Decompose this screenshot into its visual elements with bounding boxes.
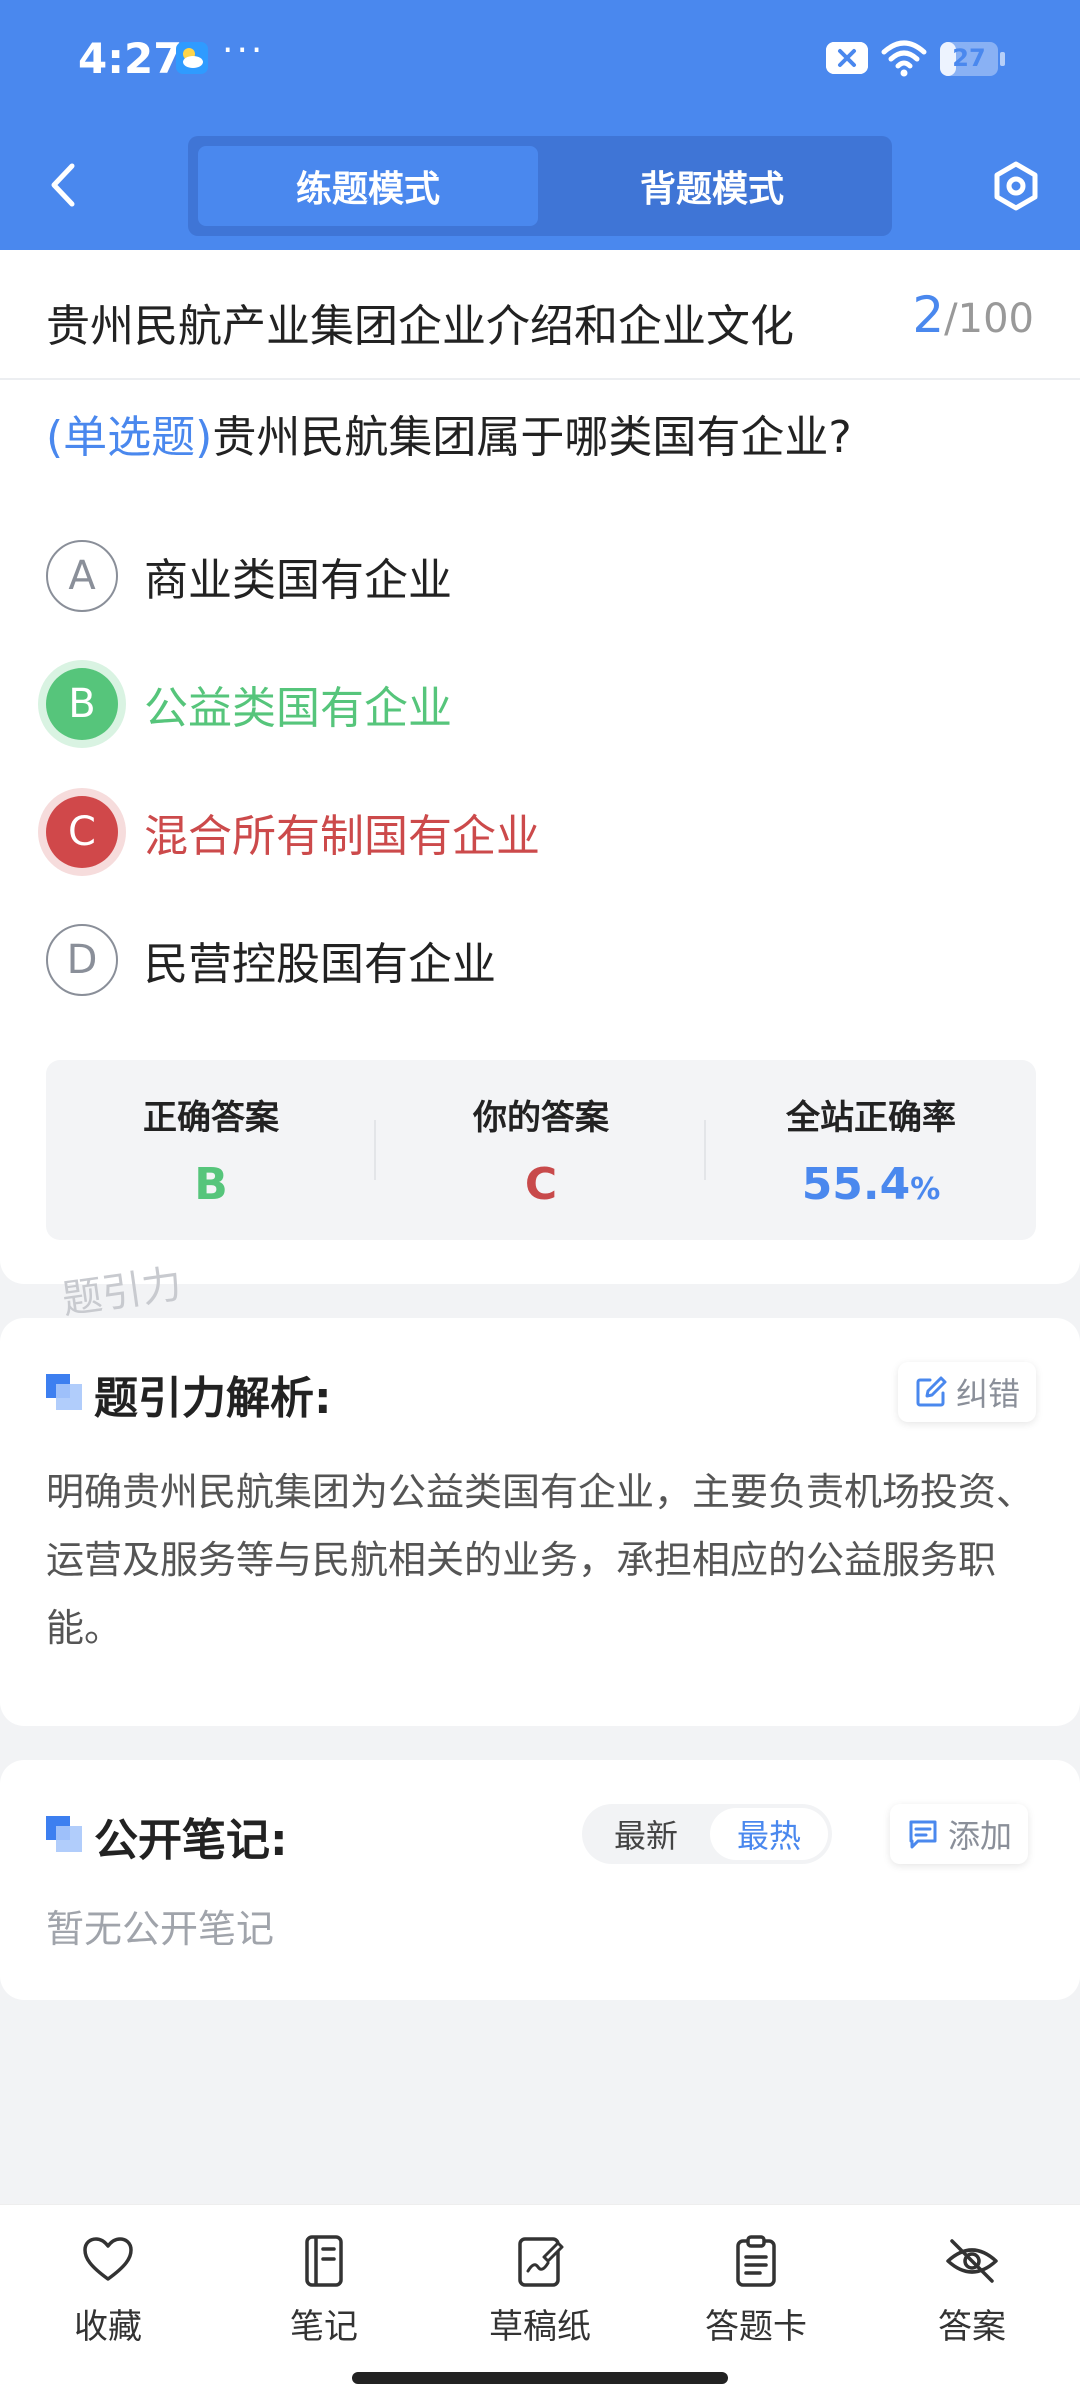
notes-button[interactable]: 笔记 bbox=[244, 2233, 404, 2353]
wifi-icon bbox=[881, 40, 927, 77]
weather-icon bbox=[176, 42, 208, 74]
tab-practice-mode[interactable]: 练题模式 bbox=[198, 146, 538, 226]
answer-card-label: 答题卡 bbox=[705, 2307, 807, 2347]
eye-off-icon bbox=[946, 2239, 998, 2283]
battery-level: 27 bbox=[952, 44, 986, 72]
add-note-label: 添加 bbox=[948, 1817, 1013, 1855]
section-square-icon bbox=[46, 1374, 82, 1410]
question-total: /100 bbox=[944, 296, 1034, 342]
app-header: 4:27 ··· 27 练题模式 背题模式 bbox=[0, 0, 1080, 250]
option-letter: B bbox=[46, 668, 118, 740]
analysis-text: 明确贵州民航集团为公益类国有企业，主要负责机场投资、运营及服务等与民航相关的业务… bbox=[46, 1470, 1035, 1650]
section-square-icon bbox=[46, 1816, 82, 1852]
option-label: 民营控股国有企业 bbox=[144, 939, 496, 990]
notes-title: 公开笔记: bbox=[94, 1815, 288, 1866]
notes-sort-toggle: 最新 最热 bbox=[582, 1804, 832, 1864]
public-notes-card: 公开笔记: 最新 最热 添加 暂无公开笔记 bbox=[0, 1760, 1080, 2000]
more-notifications-icon: ··· bbox=[222, 30, 266, 71]
show-answer-button[interactable]: 答案 bbox=[892, 2233, 1052, 2353]
option-a[interactable]: A 商业类国有企业 bbox=[46, 536, 1036, 616]
accuracy-unit: % bbox=[910, 1172, 941, 1207]
favorite-label: 收藏 bbox=[74, 2307, 142, 2347]
battery-icon: 27 bbox=[940, 42, 1005, 76]
status-time: 4:27 bbox=[78, 34, 183, 83]
correct-answer-value: B bbox=[194, 1159, 228, 1210]
empty-notes-text: 暂无公开笔记 bbox=[46, 1907, 275, 1951]
accuracy-stat: 全站正确率 55.4% bbox=[706, 1060, 1036, 1240]
option-d[interactable]: D 民营控股国有企业 bbox=[46, 920, 1036, 1000]
option-letter: C bbox=[46, 796, 118, 868]
favorite-button[interactable]: 收藏 bbox=[28, 2233, 188, 2353]
current-question-number: 2 bbox=[912, 286, 945, 344]
your-answer-label: 你的答案 bbox=[473, 1098, 609, 1138]
tab-memorize-mode[interactable]: 背题模式 bbox=[542, 146, 882, 226]
answer-card-button[interactable]: 答题卡 bbox=[676, 2233, 836, 2353]
sort-newest[interactable]: 最新 bbox=[586, 1804, 706, 1864]
bottom-toolbar: 收藏 笔记 草稿纸 答题卡 答案 bbox=[0, 2204, 1080, 2400]
quiz-title-row: 贵州民航产业集团企业介绍和企业文化 2/100 bbox=[0, 250, 1080, 380]
question-type: (单选题) bbox=[46, 412, 213, 463]
home-indicator[interactable] bbox=[352, 2372, 728, 2384]
status-bar: 4:27 ··· 27 bbox=[0, 0, 1080, 120]
question-progress[interactable]: 2/100 bbox=[912, 286, 1034, 344]
quiz-title: 贵州民航产业集团企业介绍和企业文化 bbox=[46, 301, 794, 352]
analysis-card: 题引力解析: 纠错 明确贵州民航集团为公益类国有企业，主要负责机场投资、运营及服… bbox=[0, 1318, 1080, 1726]
question-text: (单选题)贵州民航集团属于哪类国有企业? bbox=[46, 406, 1036, 470]
report-error-button[interactable]: 纠错 bbox=[898, 1362, 1037, 1422]
report-error-label: 纠错 bbox=[956, 1375, 1021, 1413]
analysis-title: 题引力解析: bbox=[94, 1373, 332, 1424]
mode-switch: 练题模式 背题模式 bbox=[188, 136, 892, 236]
accuracy-label: 全站正确率 bbox=[786, 1098, 956, 1138]
answer-stats: 正确答案 B 你的答案 C 全站正确率 55.4% bbox=[46, 1060, 1036, 1240]
option-label: 商业类国有企业 bbox=[144, 555, 452, 606]
question-stem: 贵州民航集团属于哪类国有企业? bbox=[212, 412, 852, 463]
nav-bar: 练题模式 背题模式 bbox=[0, 130, 1080, 240]
edit-icon bbox=[916, 1376, 947, 1407]
accuracy-value: 55.4% bbox=[706, 1159, 1036, 1210]
option-c[interactable]: C 混合所有制国有企业 bbox=[46, 792, 1036, 872]
option-letter: A bbox=[46, 540, 118, 612]
back-icon[interactable] bbox=[44, 160, 84, 210]
correct-answer-label: 正确答案 bbox=[143, 1098, 279, 1138]
draft-paper-icon bbox=[518, 2237, 564, 2287]
question-card: 贵州民航产业集团企业介绍和企业文化 2/100 (单选题)贵州民航集团属于哪类国… bbox=[0, 250, 1080, 1284]
show-answer-label: 答案 bbox=[938, 2307, 1006, 2347]
notes-label: 笔记 bbox=[290, 2307, 358, 2347]
add-note-button[interactable]: 添加 bbox=[890, 1804, 1029, 1864]
notebook-icon bbox=[305, 2235, 343, 2287]
option-label: 公益类国有企业 bbox=[144, 683, 452, 734]
settings-icon[interactable] bbox=[990, 160, 1042, 212]
sort-hottest[interactable]: 最热 bbox=[710, 1808, 828, 1860]
accuracy-number: 55.4 bbox=[801, 1159, 911, 1210]
your-answer-stat: 你的答案 C bbox=[376, 1060, 706, 1240]
comment-icon bbox=[909, 1820, 937, 1849]
heart-icon bbox=[83, 2237, 133, 2281]
your-answer-value: C bbox=[524, 1159, 558, 1210]
correct-answer-stat: 正确答案 B bbox=[46, 1060, 376, 1240]
close-badge-icon bbox=[826, 42, 868, 74]
option-b[interactable]: B 公益类国有企业 bbox=[46, 664, 1036, 744]
draft-paper-button[interactable]: 草稿纸 bbox=[460, 2233, 620, 2353]
answer-card-icon bbox=[736, 2235, 776, 2287]
draft-paper-label: 草稿纸 bbox=[489, 2307, 591, 2347]
option-letter: D bbox=[46, 924, 118, 996]
option-label: 混合所有制国有企业 bbox=[144, 811, 540, 862]
